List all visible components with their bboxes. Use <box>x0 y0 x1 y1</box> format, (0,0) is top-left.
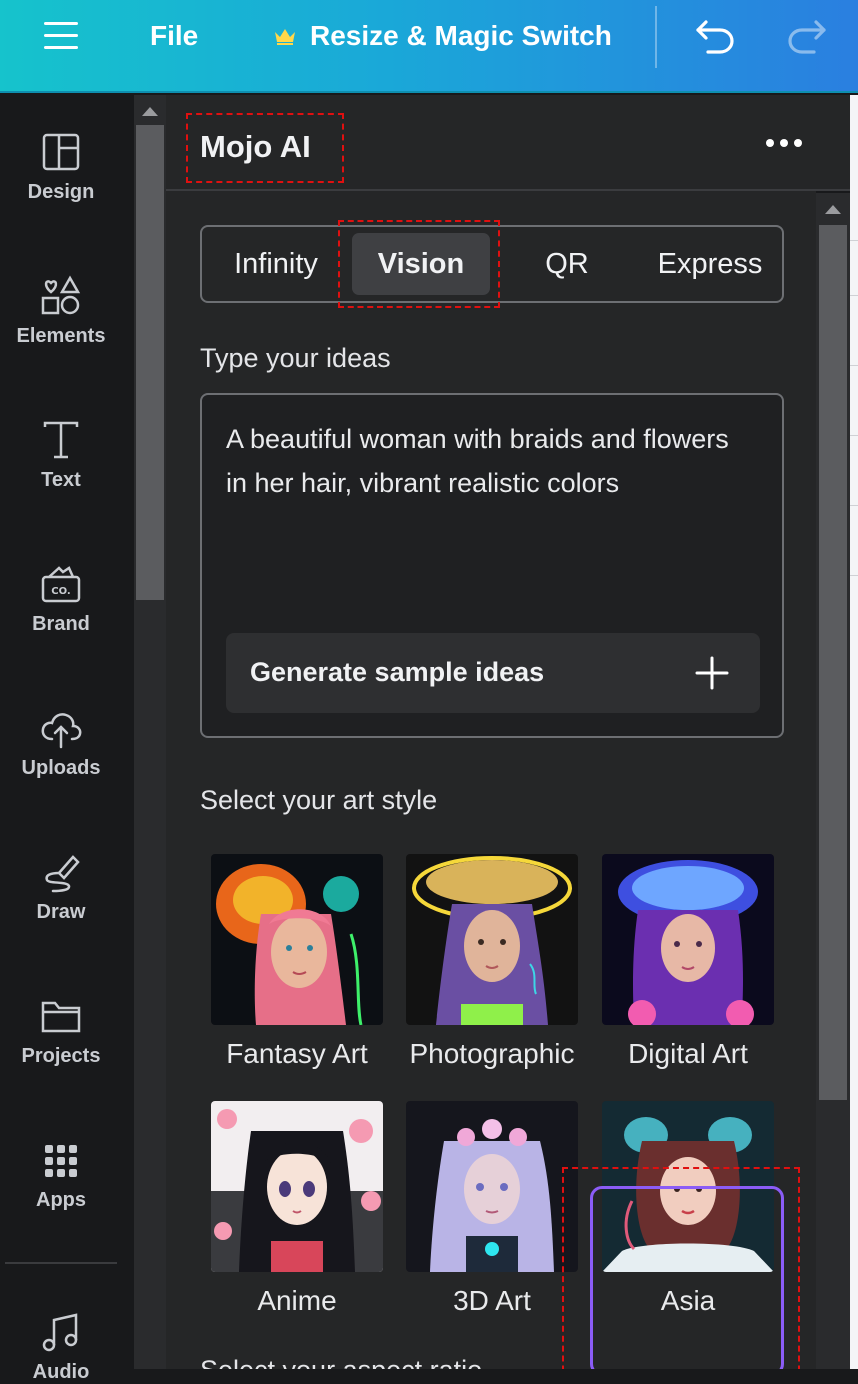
svg-text:CO.: CO. <box>51 586 70 597</box>
sidebar-item-draw[interactable]: Draw <box>0 851 122 924</box>
file-menu-button[interactable]: File <box>150 20 198 52</box>
sidebar-item-label: Design <box>27 181 95 203</box>
asia-annotation-box <box>562 1167 800 1369</box>
sidebar-item-elements[interactable]: Elements <box>0 275 122 348</box>
sidebar-divider <box>5 1262 117 1264</box>
title-annotation-box <box>186 113 344 183</box>
toolbar-divider <box>655 6 657 68</box>
scrollbar-thumb[interactable] <box>136 125 164 600</box>
undo-icon[interactable] <box>694 18 736 56</box>
pen-icon <box>45 855 80 893</box>
left-sidebar: Design Elements Text CO. Brand Uploads D… <box>0 95 134 1383</box>
more-options-icon[interactable] <box>766 139 802 147</box>
scrollbar-thumb[interactable] <box>819 225 847 1100</box>
fantasy-art-thumbnail <box>211 854 383 1026</box>
cloud-upload-icon <box>41 713 82 749</box>
grid-icon <box>45 1145 77 1177</box>
anime-thumbnail <box>211 1101 383 1272</box>
sidebar-scrollbar[interactable] <box>134 95 166 1369</box>
aspect-ratio-label: Select your aspect ratio <box>200 1355 482 1369</box>
resize-label: Resize & Magic Switch <box>310 20 612 51</box>
panel-header: Mojo AI <box>166 95 858 191</box>
vision-annotation-box <box>338 220 500 308</box>
resize-magic-switch-button[interactable]: Resize & Magic Switch <box>274 20 612 52</box>
3d-art-thumbnail <box>406 1101 578 1272</box>
top-bar: File Resize & Magic Switch <box>0 0 858 93</box>
style-card-anime[interactable]: Anime <box>211 1101 383 1316</box>
prompt-text[interactable]: A beautiful woman with braids and flower… <box>226 417 756 505</box>
style-card-digital-art[interactable]: Digital Art <box>602 854 774 1069</box>
style-card-3d-art[interactable]: 3D Art <box>406 1101 578 1316</box>
scroll-up-arrow-icon[interactable] <box>142 107 158 116</box>
photographic-thumbnail <box>406 854 578 1025</box>
sidebar-item-uploads[interactable]: Uploads <box>0 707 122 780</box>
sidebar-item-label: Brand <box>32 613 90 635</box>
prompt-label: Type your ideas <box>200 343 391 373</box>
style-label: Digital Art <box>628 1038 748 1069</box>
brand-icon: CO. <box>41 566 81 603</box>
folder-icon <box>41 1001 81 1033</box>
mojo-ai-panel: Mojo AI Infinity Vision QR Express Type … <box>166 95 858 1369</box>
generate-label: Generate sample ideas <box>250 657 545 687</box>
crown-icon <box>275 29 295 45</box>
redo-icon[interactable] <box>786 18 828 56</box>
sidebar-item-label: Draw <box>36 901 86 923</box>
sidebar-item-label: Elements <box>16 325 106 347</box>
scroll-up-arrow-icon[interactable] <box>825 205 841 214</box>
prompt-input[interactable]: A beautiful woman with braids and flower… <box>200 393 784 738</box>
sidebar-item-brand[interactable]: CO. Brand <box>0 563 122 636</box>
sidebar-item-label: Projects <box>21 1045 101 1067</box>
music-icon <box>42 1313 78 1352</box>
plus-icon <box>695 656 729 690</box>
sidebar-item-design[interactable]: Design <box>0 131 122 204</box>
style-card-fantasy-art[interactable]: Fantasy Art <box>211 854 383 1069</box>
art-style-label: Select your art style <box>200 785 438 815</box>
panel-scrollbar[interactable] <box>816 193 850 1369</box>
tab-express[interactable]: Express <box>642 233 778 295</box>
sidebar-item-projects[interactable]: Projects <box>0 995 122 1068</box>
sidebar-item-audio[interactable]: Audio <box>0 1311 122 1384</box>
style-card-photographic[interactable]: Photographic <box>406 854 578 1069</box>
text-icon <box>43 421 79 459</box>
generate-sample-ideas-button[interactable]: Generate sample ideas <box>226 633 760 713</box>
sidebar-item-label: Apps <box>36 1189 86 1211</box>
tab-qr[interactable]: QR <box>522 233 612 295</box>
sidebar-item-label: Audio <box>32 1361 90 1383</box>
tab-infinity[interactable]: Infinity <box>214 233 338 295</box>
panel-content: Infinity Vision QR Express Type your ide… <box>166 193 816 1369</box>
sidebar-item-apps[interactable]: Apps <box>0 1139 122 1212</box>
menu-icon[interactable] <box>44 22 78 52</box>
shapes-icon <box>41 275 81 315</box>
sidebar-item-label: Text <box>41 469 81 491</box>
sidebar-item-label: Uploads <box>21 757 101 779</box>
canvas-edge <box>850 95 858 1369</box>
layout-icon <box>42 133 80 171</box>
digital-art-thumbnail <box>602 854 774 1028</box>
sidebar-item-text[interactable]: Text <box>0 419 122 492</box>
